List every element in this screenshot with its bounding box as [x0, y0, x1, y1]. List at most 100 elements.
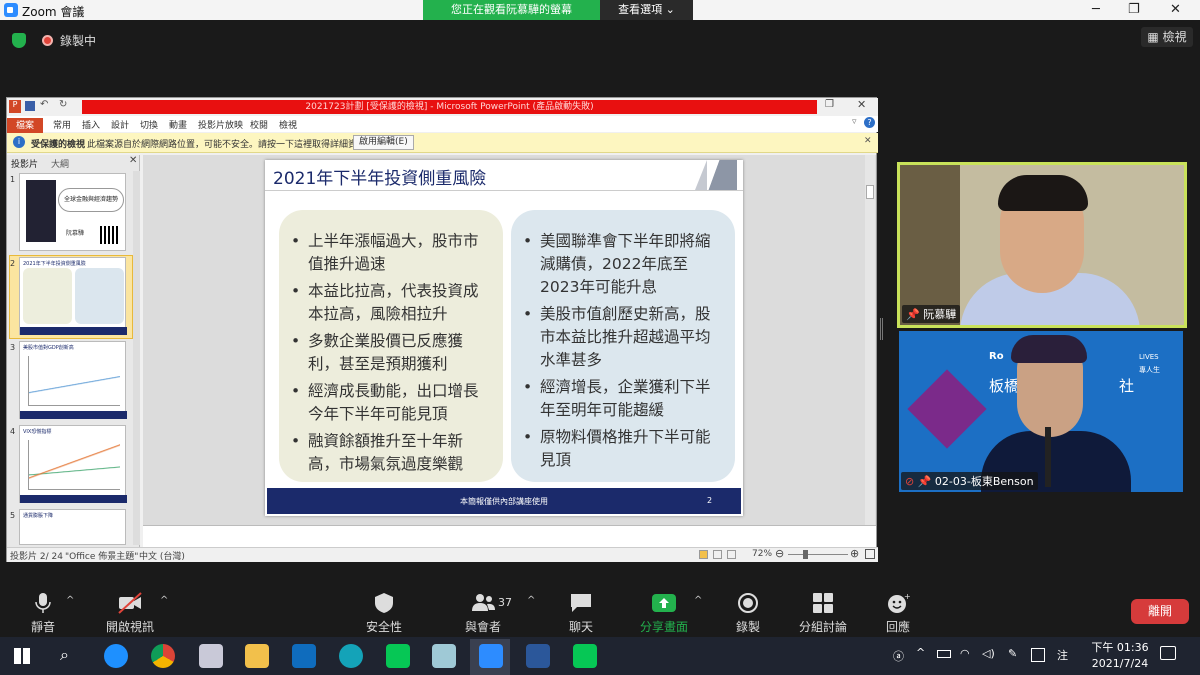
slide-thumbnail-selected[interactable]: 2021年下半年投資側重風險: [19, 257, 127, 335]
video-participant[interactable]: Ro LIVES 專人生 板橋 社 ⊘ 📌 02-03-板東Benson: [899, 331, 1183, 492]
share-screen-label: 分享畫面: [639, 620, 688, 634]
people-icon[interactable]: ⓐ: [893, 648, 904, 664]
search-icon[interactable]: ⌕: [60, 645, 69, 665]
slide-header-decor: [695, 160, 707, 190]
taskbar-clock[interactable]: 下午 01:36 2021/7/24: [1080, 640, 1160, 672]
video-options-chevron-icon[interactable]: ^: [160, 595, 168, 606]
bg-lives-text: LIVES: [1139, 353, 1159, 361]
thumb-title: 2021年下半年投資側重風險: [23, 261, 86, 267]
slide-count: 投影片 2/ 24: [10, 552, 63, 562]
sorter-view-icon[interactable]: [713, 550, 722, 559]
zoom-out-icon[interactable]: ⊖: [775, 547, 784, 560]
thumb-number: 2: [10, 259, 16, 268]
tab-slides[interactable]: 投影片: [11, 157, 38, 170]
chat-button[interactable]: 聊天: [548, 592, 614, 635]
security-button[interactable]: 安全性: [351, 592, 417, 635]
wifi-icon[interactable]: ◠: [960, 647, 970, 660]
pen-icon[interactable]: ✎: [1008, 647, 1017, 660]
minimize-icon[interactable]: ─: [1092, 2, 1100, 17]
line-icon[interactable]: [386, 644, 410, 668]
paint-icon[interactable]: [199, 644, 223, 668]
tab-animations[interactable]: 動畫: [169, 118, 187, 131]
reactions-button[interactable]: + 回應: [865, 592, 931, 635]
record-button[interactable]: 錄製: [715, 592, 781, 635]
recording-label: 錄製中: [60, 34, 97, 48]
outlook-icon[interactable]: [292, 644, 316, 668]
share-options-chevron-icon[interactable]: ^: [694, 595, 702, 606]
slide-scrollbar[interactable]: [865, 155, 875, 525]
warning-close-icon[interactable]: ✕: [864, 136, 872, 146]
split-handle[interactable]: [880, 318, 883, 340]
encryption-shield-icon[interactable]: [12, 33, 26, 48]
tab-view[interactable]: 檢視: [279, 118, 297, 131]
notes-pane[interactable]: [143, 525, 876, 547]
zoom-slider-handle[interactable]: [803, 550, 808, 559]
view-button[interactable]: ▦ 檢視: [1141, 27, 1193, 47]
ppt-close-icon[interactable]: ✕: [857, 98, 866, 111]
bookshelf: [900, 165, 960, 325]
file-explorer-icon[interactable]: [245, 644, 269, 668]
zoom-app-icon[interactable]: [479, 644, 503, 668]
fit-window-icon[interactable]: [865, 549, 875, 559]
tab-slideshow[interactable]: 投影片放映: [198, 118, 243, 131]
tab-insert[interactable]: 插入: [82, 118, 100, 131]
scroll-thumb[interactable]: [866, 185, 874, 199]
view-options-button[interactable]: 查看選項 ⌄: [600, 0, 693, 20]
tab-design[interactable]: 設計: [111, 118, 129, 131]
zoom-level[interactable]: 72%: [752, 549, 772, 559]
tab-file[interactable]: 檔案: [7, 118, 43, 134]
help-icon[interactable]: ?: [864, 117, 875, 128]
normal-view-icon[interactable]: [699, 550, 708, 559]
ime-icon[interactable]: 注: [1057, 647, 1068, 663]
bullet-item: 多數企業股價已反應獲利，甚至是預期獲利: [291, 330, 493, 376]
slide-thumbnail[interactable]: 通貨膨脹下降: [19, 509, 126, 545]
zoom-slider[interactable]: [788, 554, 848, 555]
line-icon-2[interactable]: [573, 644, 597, 668]
ppt-restore-icon[interactable]: ❐: [825, 99, 834, 110]
slide-thumbnail[interactable]: 全球金融與經濟趨勢 阮慕驊: [19, 173, 126, 251]
tab-transitions[interactable]: 切換: [140, 118, 158, 131]
protected-view-title: 受保護的檢視: [31, 140, 86, 150]
participants-chevron-icon[interactable]: ^: [527, 595, 535, 606]
slide-thumbnail[interactable]: VIX恐慌指標: [19, 425, 127, 503]
leave-button[interactable]: 離開: [1131, 599, 1189, 624]
video-label: 開啟視訊: [105, 620, 154, 634]
video-speaker[interactable]: 📌 阮慕驊: [897, 162, 1187, 328]
maximize-icon[interactable]: ❐: [1128, 2, 1140, 17]
close-icon[interactable]: ✕: [1170, 2, 1181, 17]
word-icon[interactable]: [526, 644, 550, 668]
tray-chevron-icon[interactable]: ^: [916, 646, 925, 659]
emoji-icon: +: [885, 592, 911, 614]
ppt-window-title: 2021723計劃 [受保護的檢視] - Microsoft PowerPoin…: [82, 100, 817, 114]
thumb-number: 5: [10, 511, 16, 520]
notepad-icon[interactable]: [432, 644, 456, 668]
battery-icon[interactable]: [937, 650, 951, 658]
breakout-rooms-button[interactable]: 分組討論: [790, 592, 856, 635]
save-icon[interactable]: [25, 101, 35, 111]
reading-view-icon[interactable]: [727, 550, 736, 559]
protected-view-text[interactable]: 此檔案源自於網際網路位置，可能不安全。請按一下這裡取得詳細資料。: [87, 137, 375, 150]
ribbon-collapse-icon[interactable]: ▿: [852, 117, 857, 127]
windows-start-icon[interactable]: [14, 648, 30, 664]
tab-outline[interactable]: 大綱: [51, 157, 69, 170]
share-screen-button[interactable]: 分享畫面: [631, 592, 697, 635]
panel-close-icon[interactable]: ✕: [129, 155, 137, 166]
start-video-button[interactable]: 開啟視訊: [97, 592, 163, 635]
mute-options-chevron-icon[interactable]: ^: [66, 595, 74, 606]
thumb-scrollbar[interactable]: [133, 171, 140, 545]
tab-review[interactable]: 校閱: [250, 118, 268, 131]
edge-legacy-icon[interactable]: [104, 644, 128, 668]
tab-home[interactable]: 常用: [53, 118, 71, 131]
chrome-icon[interactable]: [151, 644, 175, 668]
muted-mic-icon: ⊘: [905, 475, 915, 488]
undo-icon[interactable]: ↶: [40, 99, 48, 110]
redo-icon[interactable]: ↻: [59, 99, 67, 110]
input-indicator-icon[interactable]: [1031, 648, 1045, 662]
enable-editing-button[interactable]: 啟用編輯(E): [353, 135, 414, 150]
volume-icon[interactable]: ◁): [982, 647, 995, 660]
thumb-title: 通貨膨脹下降: [23, 513, 54, 519]
zoom-in-icon[interactable]: ⊕: [850, 547, 859, 560]
notification-icon[interactable]: [1160, 646, 1176, 660]
edge-icon[interactable]: [339, 644, 363, 668]
slide-thumbnail[interactable]: 美股市值對GDP創新高: [19, 341, 127, 419]
